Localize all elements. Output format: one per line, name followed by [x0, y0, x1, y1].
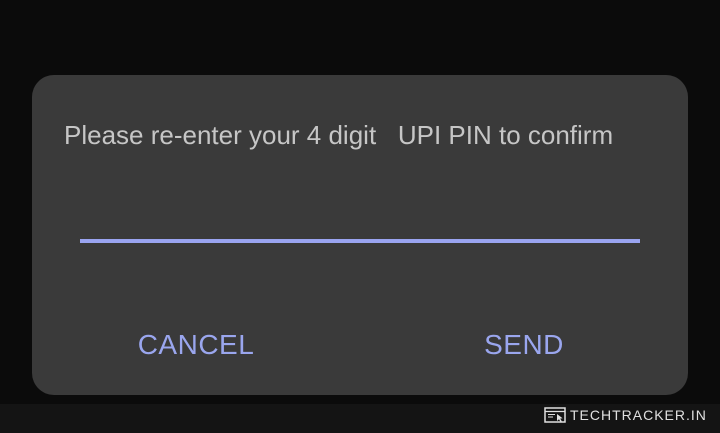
watermark-text: TECHTRACKER.IN [570, 407, 707, 423]
browser-cursor-icon [544, 407, 566, 423]
watermark: TECHTRACKER.IN [544, 404, 707, 426]
upi-pin-dialog: Please re-enter your 4 digit UPI PIN to … [32, 75, 688, 395]
send-button[interactable]: SEND [478, 321, 570, 369]
cancel-button[interactable]: CANCEL [132, 321, 260, 369]
upi-pin-input[interactable] [80, 205, 640, 243]
dialog-message: Please re-enter your 4 digit UPI PIN to … [64, 120, 614, 150]
